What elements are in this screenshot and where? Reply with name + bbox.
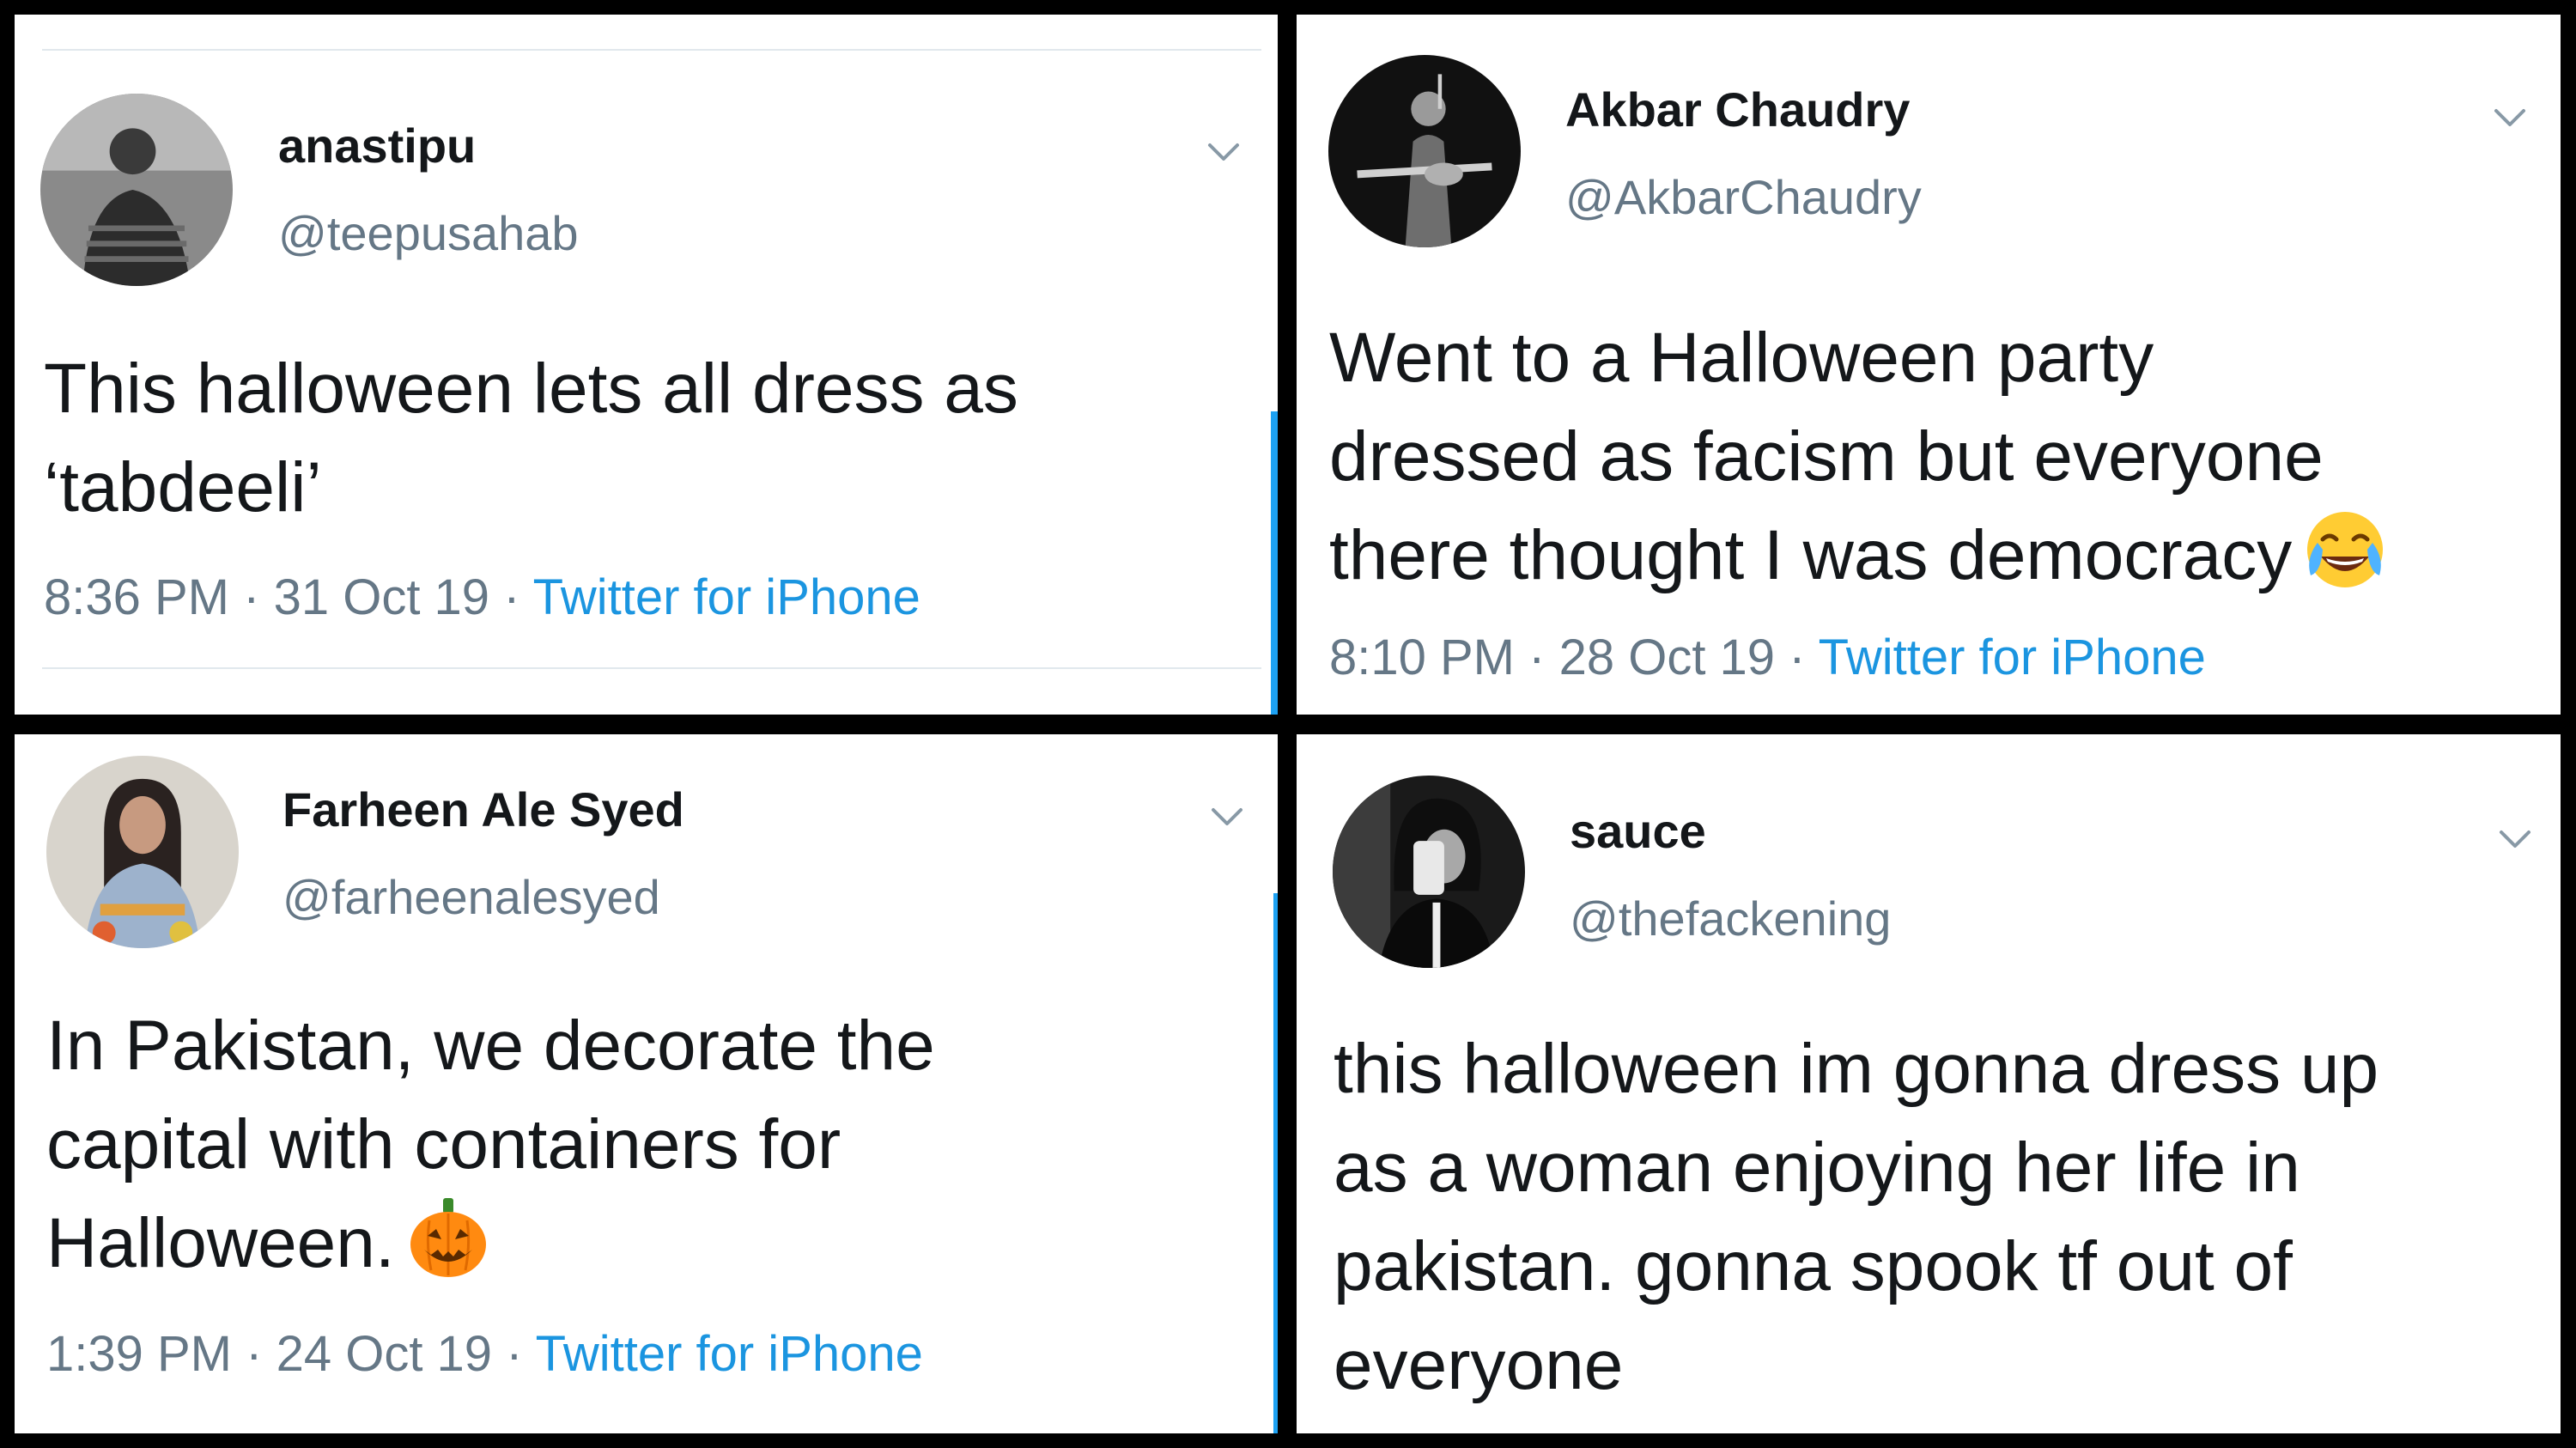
- bottom-divider: [42, 667, 1261, 669]
- tweet-date[interactable]: 28 Oct 19: [1559, 630, 1775, 685]
- tweet-text-line: This halloween lets all dress as: [44, 350, 1018, 428]
- avatar[interactable]: [1333, 776, 1525, 968]
- author-handle[interactable]: @thefackening: [1570, 891, 1891, 946]
- separator: ·: [1528, 630, 1546, 685]
- separator: ·: [243, 569, 260, 625]
- tweet-text-line: this halloween im gonna dress up: [1334, 1030, 2379, 1108]
- tweet-text-line: Halloween.: [46, 1194, 935, 1293]
- chevron-down-icon[interactable]: [2498, 829, 2532, 849]
- avatar-photo-icon: [40, 94, 233, 286]
- tweet-source-link[interactable]: Twitter for iPhone: [536, 1326, 923, 1382]
- tweet-time[interactable]: 8:36 PM: [44, 569, 229, 625]
- tweet-meta: 8:10 PM · 28 Oct 19 · Twitter for iPhone: [1329, 629, 2206, 686]
- avatar-photo-icon: [46, 756, 239, 948]
- separator: ·: [503, 569, 520, 625]
- avatar[interactable]: [40, 94, 233, 286]
- author-handle[interactable]: @AkbarChaudry: [1565, 169, 1922, 225]
- chevron-down-icon[interactable]: [2493, 107, 2527, 128]
- avatar-photo-icon: [1333, 776, 1525, 968]
- face-with-tears-of-joy-icon: [2302, 507, 2388, 593]
- scrollbar[interactable]: [1271, 411, 1278, 715]
- tweet-text-line: dressed as facism but everyone: [1329, 417, 2324, 496]
- tweet-text-line: everyone: [1334, 1326, 1624, 1404]
- chevron-down-icon[interactable]: [1210, 806, 1244, 827]
- tweet-time[interactable]: 1:39 PM: [46, 1326, 232, 1382]
- separator: ·: [1789, 630, 1806, 685]
- tweet-card-4[interactable]: sauce @thefackening this halloween im go…: [1297, 734, 2561, 1433]
- tweet-date[interactable]: 24 Oct 19: [276, 1326, 492, 1382]
- tweet-text-line: pakistan. gonna spook tf out of: [1334, 1227, 2293, 1305]
- avatar[interactable]: [1328, 55, 1521, 247]
- avatar-photo-icon: [1328, 55, 1521, 247]
- tweet-meta: 1:39 PM · 24 Oct 19 · Twitter for iPhone: [46, 1325, 923, 1383]
- tweet-text-line-content: Halloween.: [46, 1204, 395, 1282]
- tweet-text: Went to a Halloween party dressed as fac…: [1329, 308, 2388, 605]
- tweet-text-line: capital with containers for: [46, 1105, 841, 1183]
- avatar[interactable]: [46, 756, 239, 948]
- author-handle[interactable]: @farheenalesyed: [283, 869, 660, 925]
- author-name[interactable]: Akbar Chaudry: [1565, 82, 1910, 137]
- tweet-date[interactable]: 31 Oct 19: [274, 569, 489, 625]
- tweet-text-line: there thought I was democracy: [1329, 506, 2388, 605]
- tweet-meta: 8:36 PM · 31 Oct 19 · Twitter for iPhone: [44, 569, 920, 626]
- tweet-card-1[interactable]: anastipu @teepusahab This halloween lets…: [15, 15, 1278, 715]
- separator: ·: [506, 1326, 523, 1382]
- author-name[interactable]: Farheen Ale Syed: [283, 782, 684, 837]
- top-divider: [42, 49, 1261, 51]
- tweet-text: In Pakistan, we decorate the capital wit…: [46, 996, 935, 1293]
- tweet-text-line-content: there thought I was democracy: [1329, 516, 2293, 594]
- tweet-text-line: ‘tabdeeli’: [44, 448, 322, 526]
- tweet-text-line: Went to a Halloween party: [1329, 319, 2154, 397]
- separator: ·: [246, 1326, 263, 1382]
- tweet-card-3[interactable]: Farheen Ale Syed @farheenalesyed In Paki…: [15, 734, 1278, 1433]
- tweet-text: This halloween lets all dress as ‘tabdee…: [44, 339, 1018, 537]
- tweet-text-line: as a woman enjoying her life in: [1334, 1129, 2300, 1207]
- tweet-text-line: In Pakistan, we decorate the: [46, 1007, 935, 1085]
- author-name[interactable]: anastipu: [278, 118, 476, 173]
- tweet-source-link[interactable]: Twitter for iPhone: [1819, 630, 2206, 685]
- tweet-text: this halloween im gonna dress up as a wo…: [1334, 1019, 2379, 1415]
- author-name[interactable]: sauce: [1570, 803, 1706, 859]
- jack-o-lantern-icon: [405, 1195, 491, 1281]
- tweet-source-link[interactable]: Twitter for iPhone: [533, 569, 920, 625]
- scrollbar[interactable]: [1273, 893, 1278, 1433]
- chevron-down-icon[interactable]: [1206, 142, 1241, 162]
- tweet-card-2[interactable]: Akbar Chaudry @AkbarChaudry Went to a Ha…: [1297, 15, 2561, 715]
- author-handle[interactable]: @teepusahab: [278, 205, 579, 261]
- tweet-time[interactable]: 8:10 PM: [1329, 630, 1515, 685]
